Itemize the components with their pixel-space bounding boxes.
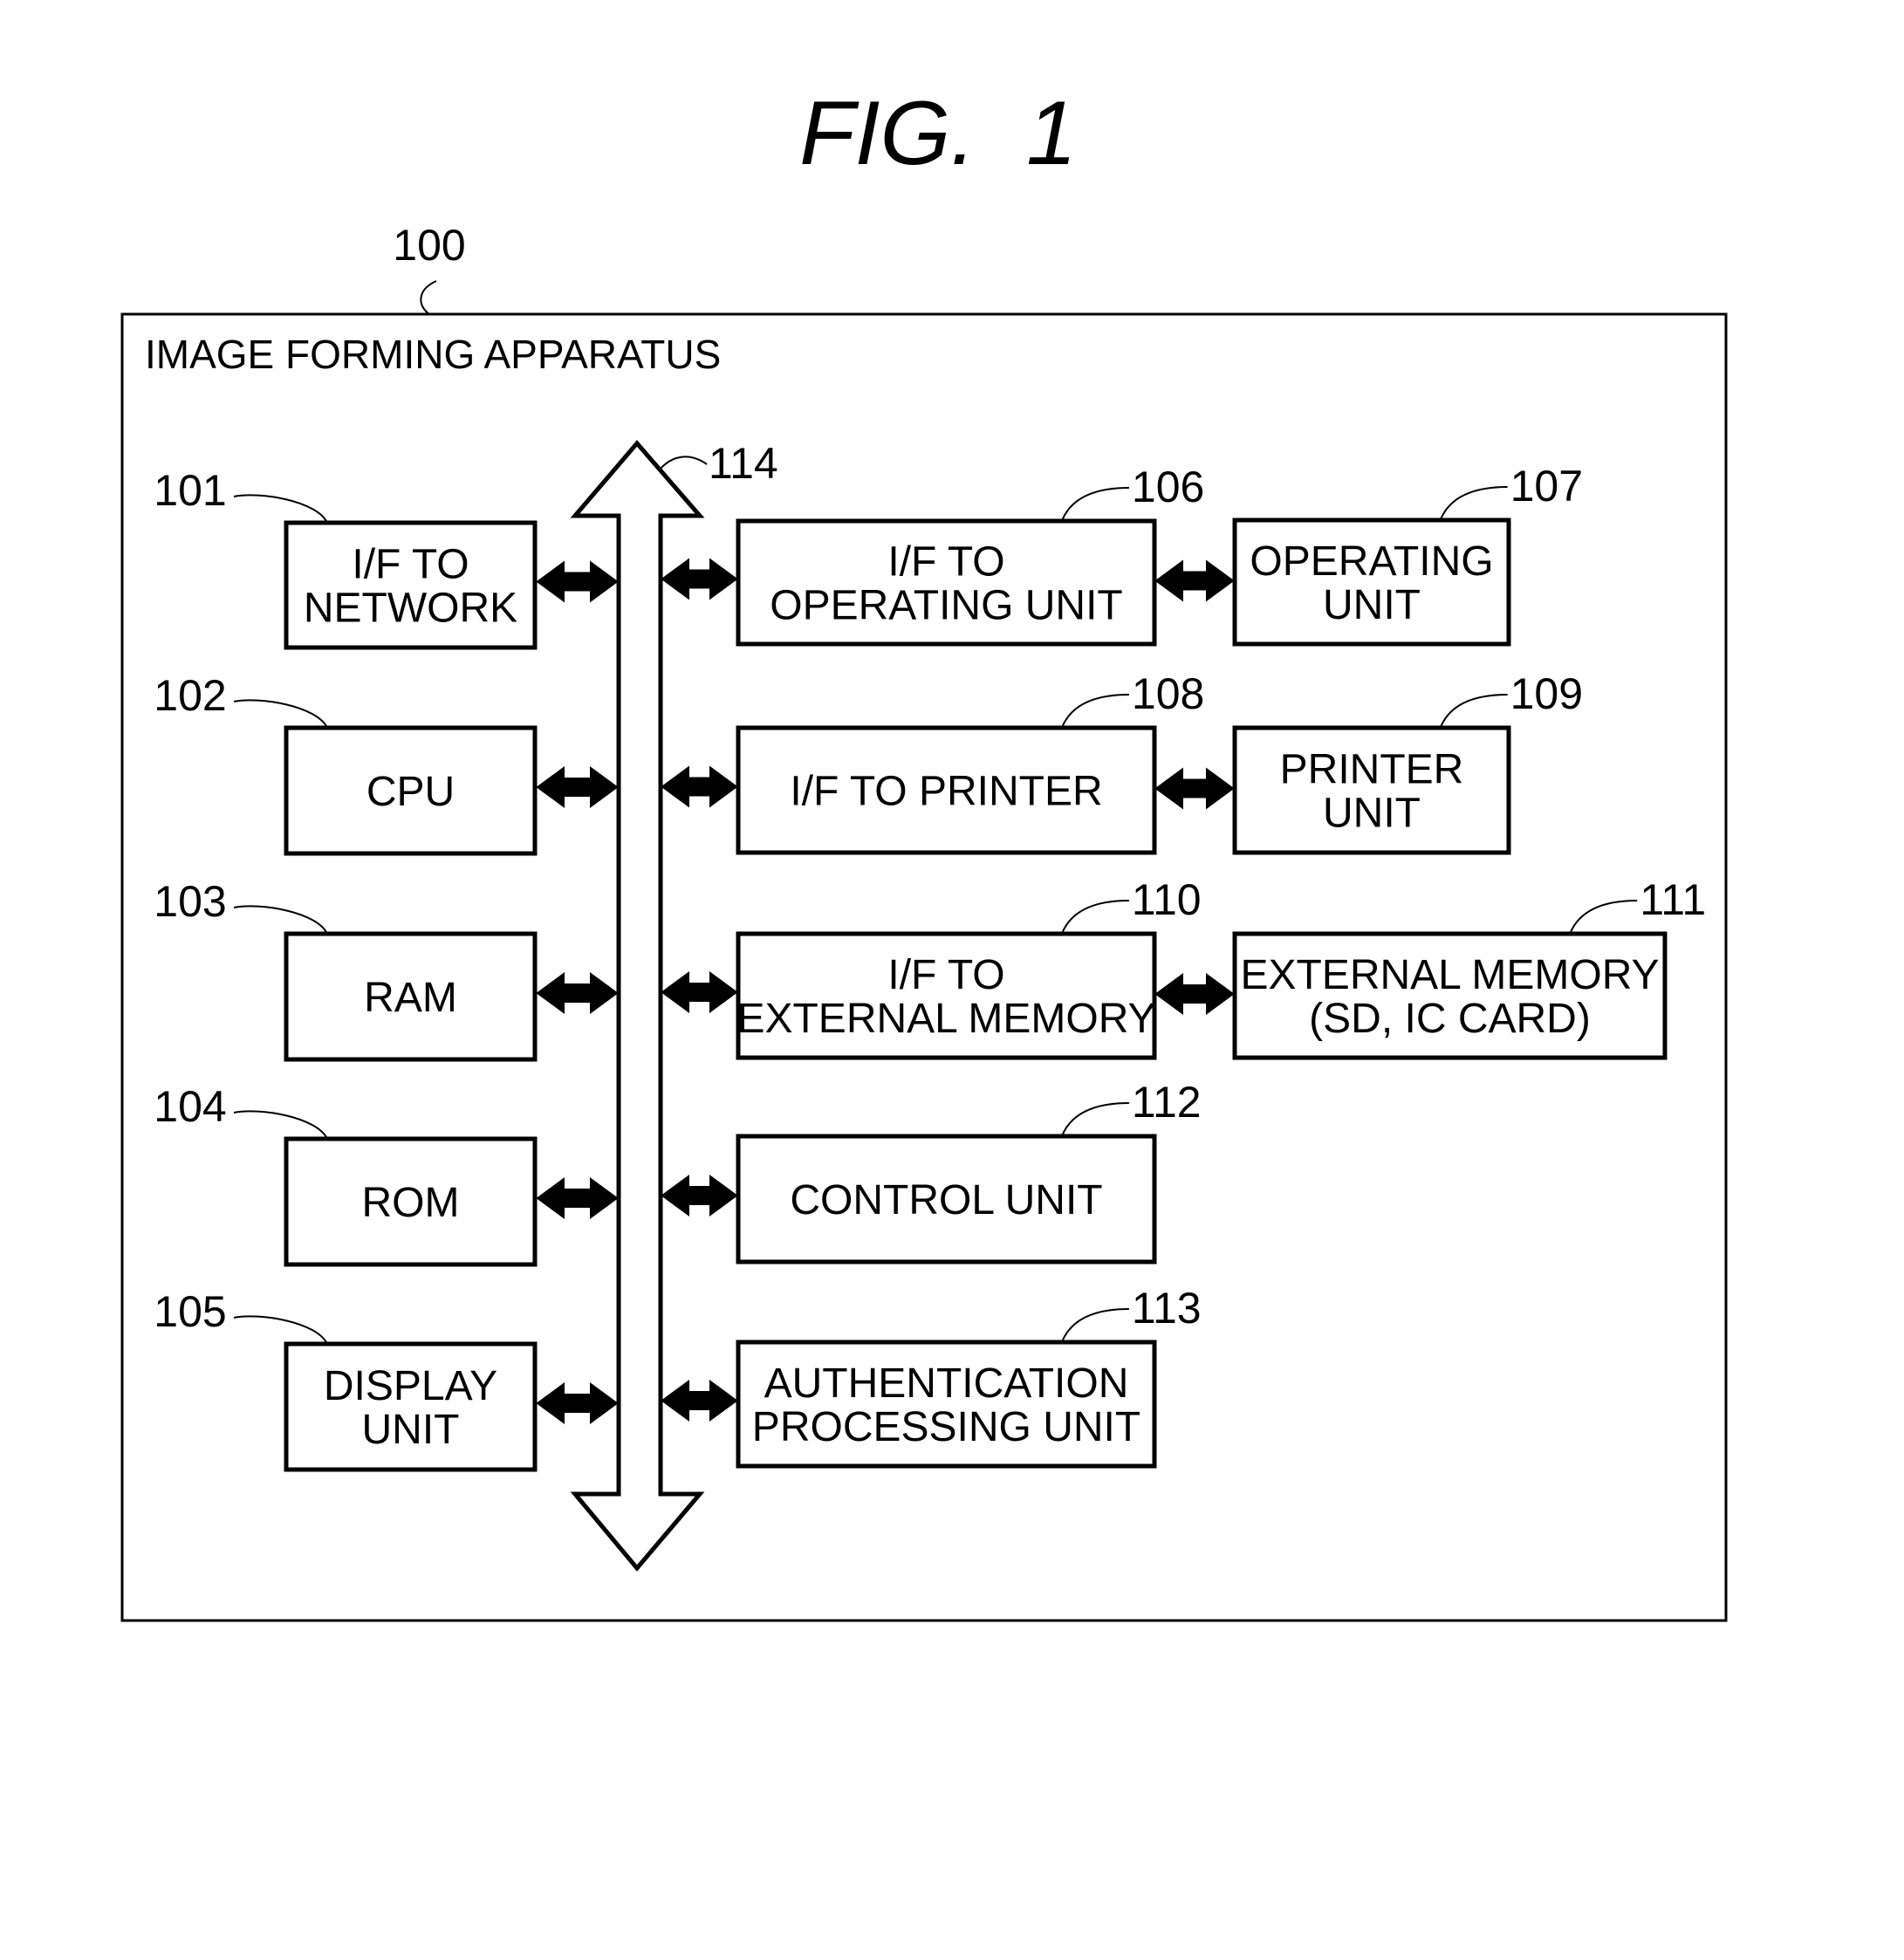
bus-connector-arrow-108 [661, 765, 738, 808]
block-103: RAM 103 [154, 877, 538, 1062]
block-107: OPERATINGUNIT 107 [1232, 462, 1583, 647]
block-109-label-line: PRINTER [1280, 747, 1464, 793]
block-105-label-line: DISPLAY [324, 1363, 497, 1409]
block-113-label-line: PROCESSING UNIT [752, 1404, 1140, 1450]
block-109-leader [1439, 694, 1508, 729]
block-105-leader [233, 1315, 328, 1345]
block-101-leader [233, 494, 328, 524]
block-102: CPU 102 [154, 671, 538, 856]
link-arrow-108-109 [1154, 767, 1235, 810]
link-arrow-106-107 [1154, 559, 1235, 602]
right-column: OPERATINGUNIT107PRINTERUNIT109EXTERNAL M… [1232, 462, 1706, 1060]
middle-column: I/F TOOPERATING UNIT106I/F TO PRINTER108… [736, 463, 1204, 1469]
block-102-label-line: CPU [366, 769, 455, 815]
block-111-label-line: (SD, IC CARD) [1309, 996, 1591, 1042]
bus-ref: 114 [709, 439, 778, 488]
block-109-label-line: UNIT [1323, 791, 1421, 837]
block-102-leader [233, 699, 328, 729]
bus-connector-arrow-113 [661, 1380, 738, 1422]
block-108-leader [1060, 694, 1129, 729]
block-103-leader [233, 905, 328, 935]
block-107-ref: 107 [1510, 462, 1583, 511]
block-110-label-line: EXTERNAL MEMORY [736, 996, 1155, 1042]
block-112-ref: 112 [1132, 1078, 1202, 1127]
bus-connector-arrow-110 [661, 971, 738, 1013]
bus-connector-arrow-103 [536, 972, 619, 1014]
block-110-ref: 110 [1132, 875, 1202, 924]
block-109: PRINTERUNIT 109 [1232, 669, 1583, 855]
bus-leader [659, 456, 708, 470]
block-101-label-line: I/F TO [352, 542, 469, 588]
block-104-label-line: ROM [362, 1180, 460, 1226]
block-104: ROM 104 [154, 1082, 538, 1267]
block-112-label-line: CONTROL UNIT [790, 1177, 1102, 1223]
block-113-leader [1060, 1308, 1129, 1343]
block-110: I/F TOEXTERNAL MEMORY 110 [736, 875, 1202, 1060]
bus-connector-arrow-106 [661, 558, 738, 600]
block-108-label-line: I/F TO PRINTER [790, 769, 1102, 815]
block-107-label-line: OPERATING [1250, 538, 1493, 585]
block-112-leader [1060, 1102, 1129, 1137]
block-108: I/F TO PRINTER 108 [736, 669, 1204, 855]
bus-connector-arrow-101 [536, 560, 619, 603]
block-105: DISPLAYUNIT 105 [154, 1287, 538, 1472]
apparatus-ref: 100 [393, 221, 465, 270]
block-107-leader [1439, 486, 1508, 521]
block-106-leader [1060, 487, 1129, 522]
block-105-ref: 105 [154, 1287, 226, 1336]
bus-connector-arrow-102 [536, 766, 619, 808]
block-102-ref: 102 [154, 671, 226, 720]
block-106-ref: 106 [1132, 463, 1204, 511]
block-111-label-line: EXTERNAL MEMORY [1240, 952, 1659, 998]
block-110-label-line: I/F TO [887, 952, 1004, 998]
block-101: I/F TONETWORK 101 [154, 466, 538, 650]
block-101-label-line: NETWORK [304, 586, 517, 632]
block-104-ref: 104 [154, 1082, 226, 1131]
block-diagram: FIG. 1 100 IMAGE FORMING APPARATUS 114 I… [120, 83, 1728, 1622]
block-103-ref: 103 [154, 877, 226, 926]
block-111-ref: 111 [1640, 875, 1706, 924]
figure-title: FIG. 1 [799, 83, 1077, 184]
block-106: I/F TOOPERATING UNIT 106 [736, 463, 1204, 647]
block-112: CONTROL UNIT 112 [736, 1078, 1202, 1264]
block-110-leader [1060, 900, 1129, 935]
block-108-ref: 108 [1132, 669, 1204, 718]
block-111-leader [1569, 900, 1638, 935]
link-arrow-110-111 [1154, 973, 1235, 1015]
block-111: EXTERNAL MEMORY(SD, IC CARD) 111 [1232, 875, 1706, 1060]
block-107-label-line: UNIT [1323, 582, 1421, 628]
bus-connector-arrow-105 [536, 1382, 619, 1424]
block-106-label-line: I/F TO [887, 539, 1004, 586]
block-101-ref: 101 [154, 466, 226, 515]
block-103-label-line: RAM [364, 975, 457, 1021]
block-113-label-line: AUTHENTICATION [764, 1360, 1129, 1407]
block-113: AUTHENTICATIONPROCESSING UNIT 113 [736, 1284, 1202, 1469]
apparatus-label: IMAGE FORMING APPARATUS [145, 332, 721, 377]
block-105-label-line: UNIT [362, 1407, 460, 1453]
block-104-leader [233, 1110, 328, 1140]
block-109-ref: 109 [1510, 669, 1583, 718]
bus-connector-arrow-104 [536, 1177, 619, 1219]
apparatus-leader [420, 280, 437, 315]
block-106-label-line: OPERATING UNIT [770, 583, 1122, 629]
bus-connector-arrow-112 [661, 1175, 738, 1216]
left-column: I/F TONETWORK 101 CPU 102 RAM 103 ROM 104 DISPLA… [154, 466, 538, 1472]
block-113-ref: 113 [1132, 1284, 1202, 1333]
